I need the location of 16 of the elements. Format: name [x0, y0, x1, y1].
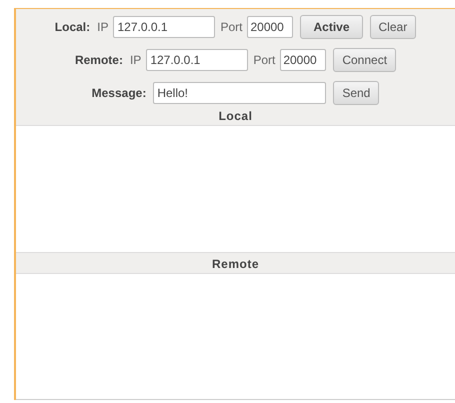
ip-field[interactable]: 127.0.0.1 — [113, 16, 216, 38]
row-label: Remote: — [74, 52, 123, 66]
port-field[interactable]: 20000 — [247, 16, 294, 38]
ip-label: IP — [130, 52, 142, 66]
button[interactable]: Clear — [370, 14, 416, 38]
ip-label: IP — [97, 20, 108, 34]
port-field[interactable]: 20000 — [280, 48, 326, 70]
ip-field[interactable]: 127.0.0.1 — [146, 48, 248, 70]
button[interactable]: Active — [300, 14, 363, 38]
button[interactable]: Send — [333, 80, 380, 104]
row-label: Local: — [54, 20, 90, 34]
port-label: Port — [220, 20, 242, 34]
row-label: Message: — [92, 86, 146, 100]
port-label: Port — [253, 52, 276, 66]
message-field[interactable]: Hello! — [153, 82, 326, 104]
button[interactable]: Connect — [333, 48, 396, 72]
